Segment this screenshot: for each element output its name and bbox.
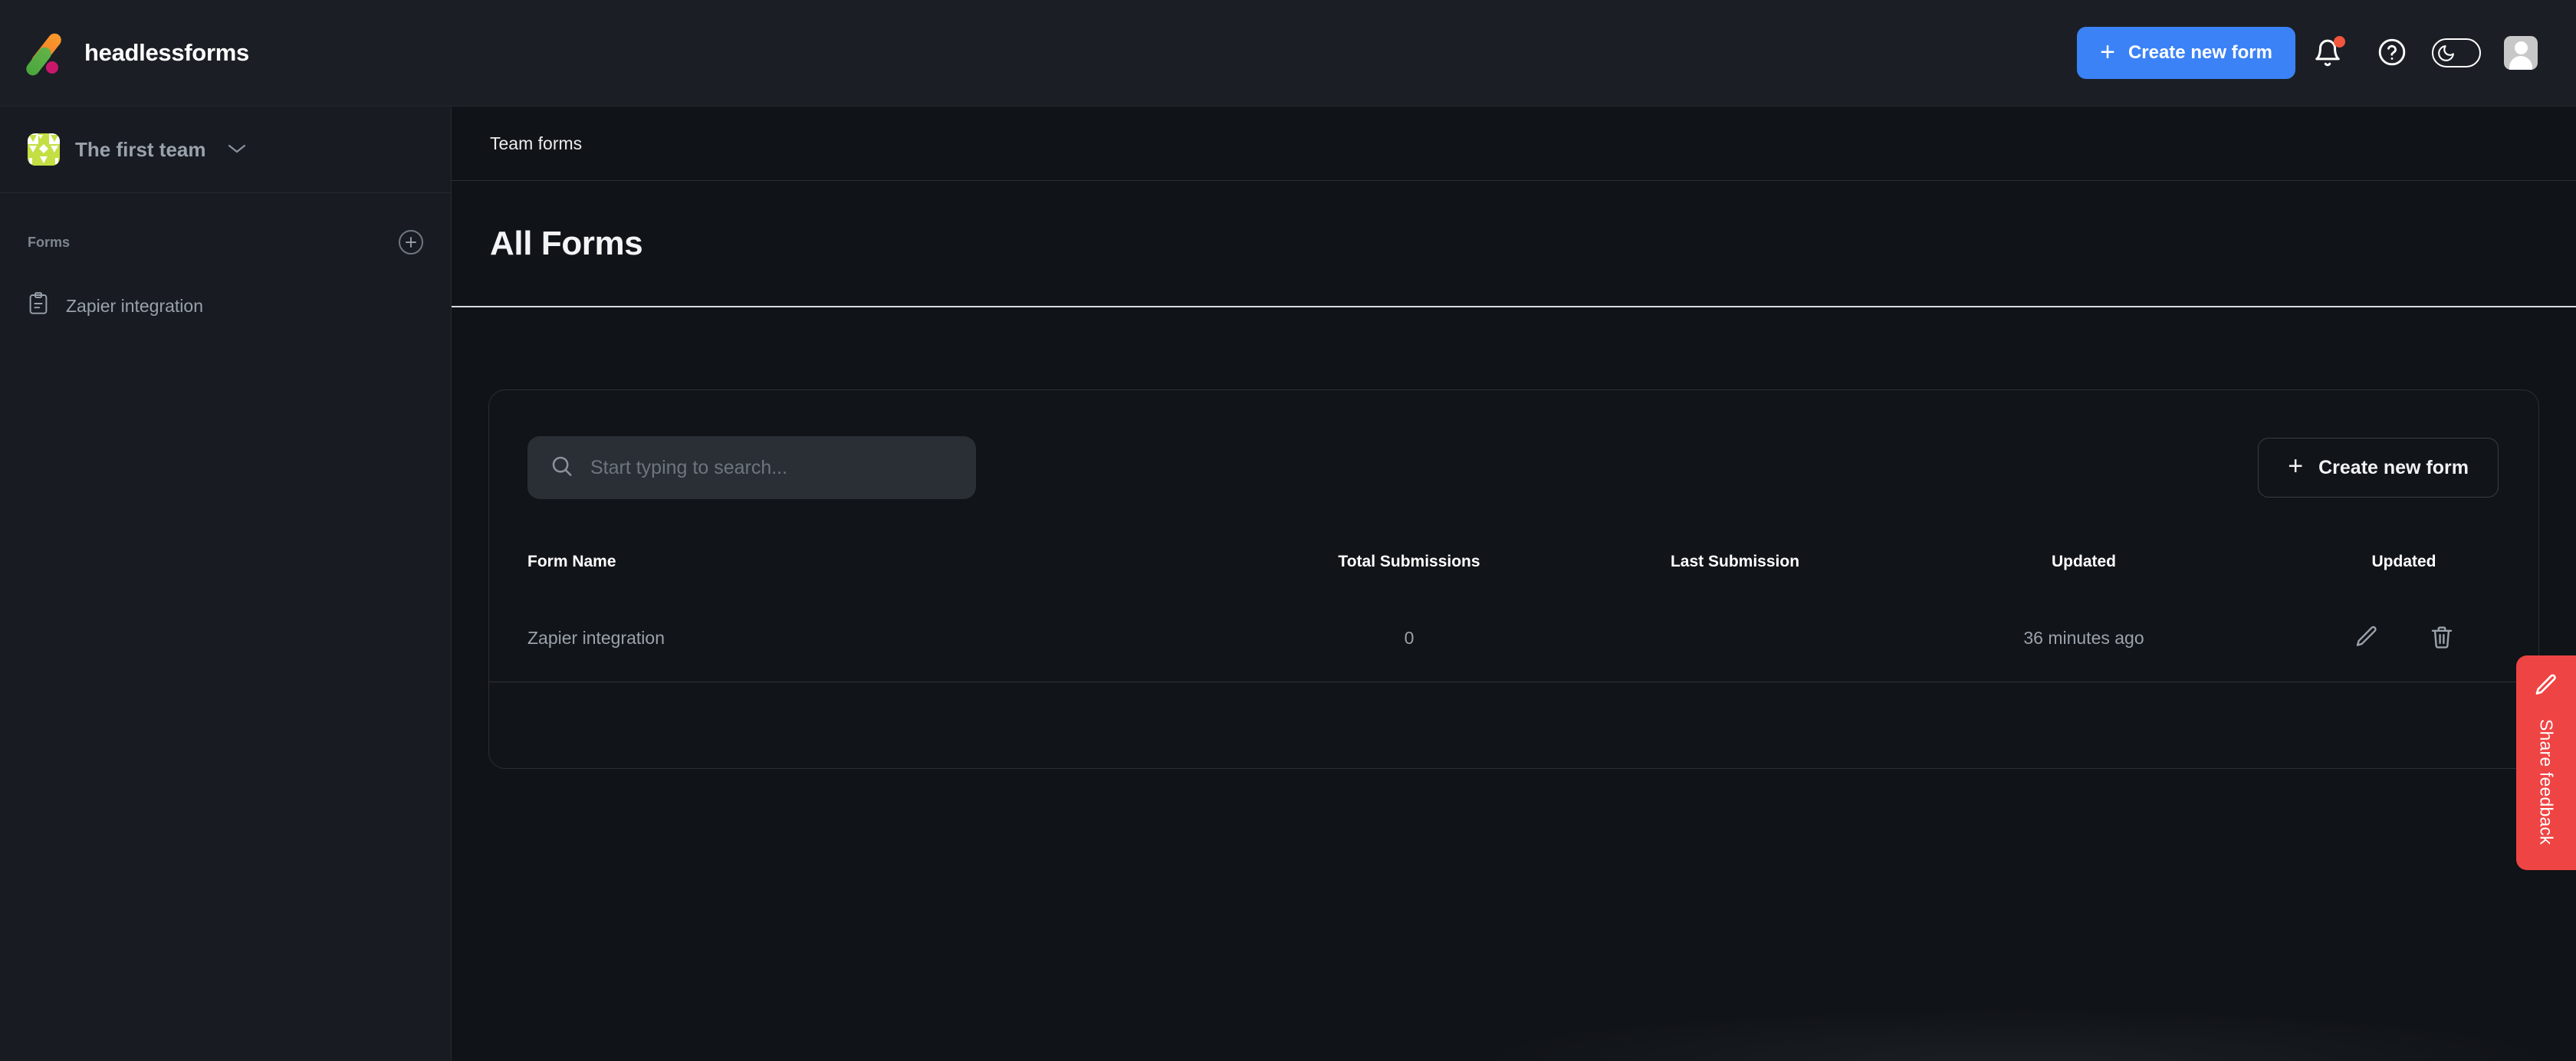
pencil-icon: [2533, 672, 2559, 702]
create-new-form-label: Create new form: [2128, 42, 2272, 63]
column-header-updated: Updated: [2052, 553, 2116, 570]
column-header-actions: Updated: [2371, 553, 2436, 570]
page-header: All Forms: [452, 181, 2576, 307]
column-header-last-submission: Last Submission: [1670, 553, 1800, 570]
bell-icon: [2313, 36, 2345, 68]
table-row-divider: [489, 682, 2540, 683]
column-header-total-submissions: Total Submissions: [1338, 553, 1480, 570]
trash-icon: [2429, 624, 2455, 652]
plus-icon: +: [2288, 452, 2304, 481]
forms-card: + Create new form Form Name Total Submis…: [488, 389, 2540, 769]
help-circle-icon: [2377, 38, 2407, 69]
user-avatar-icon: [2504, 36, 2538, 70]
cell-last-submission: [1570, 594, 1900, 682]
forms-section-header: Forms: [0, 204, 451, 281]
clipboard-icon: [28, 292, 49, 320]
cell-form-name[interactable]: Zapier integration: [489, 594, 1248, 682]
cell-total-submissions: 0: [1404, 627, 1414, 648]
share-feedback-tab[interactable]: Share feedback: [2516, 655, 2576, 870]
profile-menu-button[interactable]: [2489, 21, 2553, 85]
add-form-icon[interactable]: [399, 230, 423, 255]
share-feedback-label: Share feedback: [2536, 719, 2557, 845]
chevron-down-icon: [228, 141, 246, 159]
team-avatar-icon: [28, 133, 60, 166]
cell-actions: [2268, 594, 2540, 682]
breadcrumb[interactable]: Team forms: [490, 133, 582, 154]
top-bar-actions: + Create new form: [2077, 21, 2576, 85]
forms-table: Form Name Total Submissions Last Submiss…: [489, 553, 2540, 683]
column-header-form-name: Form Name: [527, 553, 616, 570]
main-content: Team forms All Forms + Create new form: [452, 107, 2576, 1061]
delete-form-button[interactable]: [2426, 622, 2458, 654]
top-bar: headlessforms + Create new form: [0, 0, 2576, 107]
create-new-form-button-card[interactable]: + Create new form: [2258, 438, 2499, 498]
card-toolbar: + Create new form: [489, 390, 2538, 499]
breadcrumb-bar: Team forms: [452, 107, 2576, 181]
notifications-button[interactable]: [2295, 21, 2360, 85]
app-root: headlessforms + Create new form The firs…: [0, 0, 2576, 1061]
pencil-icon: [2354, 624, 2380, 652]
dark-mode-toggle[interactable]: [2424, 21, 2489, 85]
page-title: All Forms: [490, 224, 643, 262]
team-name: The first team: [75, 137, 206, 161]
search-box[interactable]: [527, 436, 976, 499]
sidebar: The first team Forms Zapier integration: [0, 107, 452, 1061]
create-new-form-button-topbar[interactable]: + Create new form: [2077, 27, 2295, 79]
cell-updated: 36 minutes ago: [2023, 627, 2144, 648]
headlessforms-logo-icon: [23, 31, 66, 78]
forms-section-title: Forms: [28, 234, 71, 250]
sidebar-item-zapier-integration[interactable]: Zapier integration: [0, 281, 451, 331]
table-row[interactable]: Zapier integration 0 36 minutes ago: [489, 594, 2540, 682]
brand-name: headlessforms: [84, 39, 249, 66]
search-icon: [550, 455, 573, 481]
team-switcher[interactable]: The first team: [0, 107, 451, 193]
sidebar-item-label: Zapier integration: [66, 295, 203, 316]
help-button[interactable]: [2360, 21, 2424, 85]
create-new-form-label: Create new form: [2318, 456, 2469, 478]
search-input[interactable]: [590, 456, 920, 479]
plus-icon: +: [2100, 37, 2115, 67]
table-header-row: Form Name Total Submissions Last Submiss…: [489, 553, 2540, 594]
moon-toggle-icon: [2432, 38, 2481, 67]
edit-form-button[interactable]: [2351, 622, 2383, 654]
notification-badge: [2334, 36, 2345, 48]
brand-logo[interactable]: headlessforms: [23, 31, 249, 78]
